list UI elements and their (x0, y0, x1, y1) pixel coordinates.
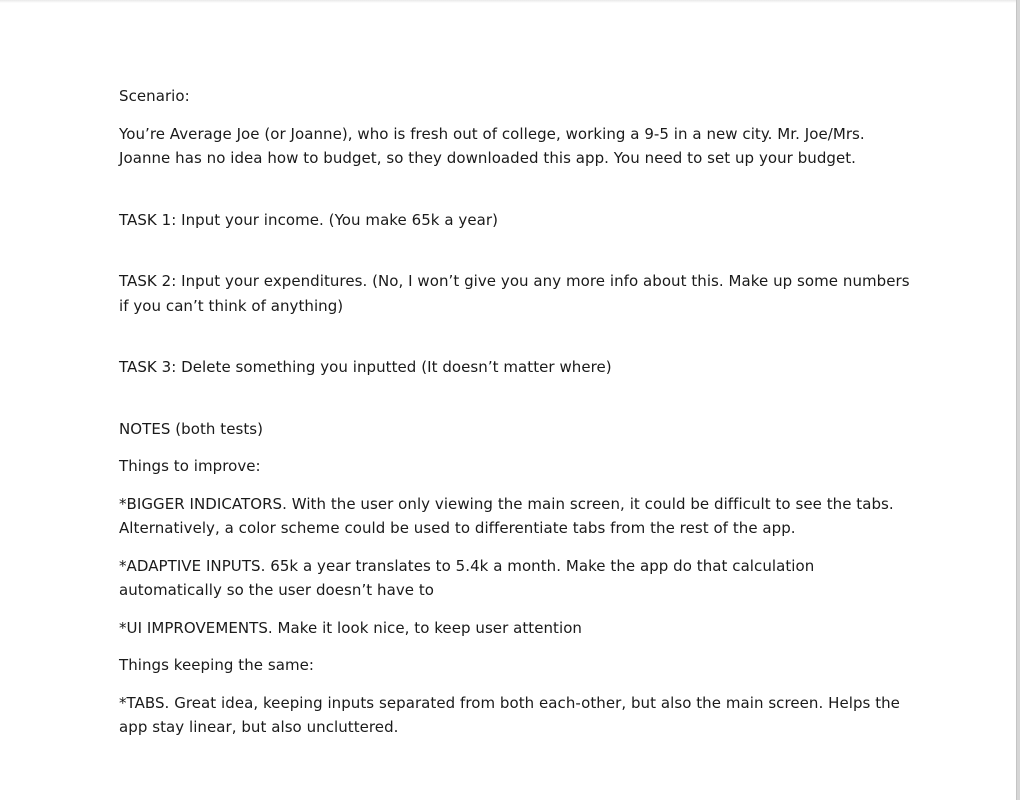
task-3: TASK 3: Delete something you inputted (I… (119, 358, 612, 376)
scenario-heading: Scenario: (119, 87, 190, 105)
document-body: Scenario: You’re Average Joe (or Joanne)… (119, 84, 919, 753)
improve-item-ui: *UI IMPROVEMENTS. Make it look nice, to … (119, 618, 582, 637)
improve-heading: Things to improve: (119, 457, 261, 475)
keep-item-tabs: *TABS. Great idea, keeping inputs separa… (119, 693, 900, 737)
improve-item-indicators: *BIGGER INDICATORS. With the user only v… (119, 494, 894, 538)
notes-heading: NOTES (both tests) (119, 419, 264, 438)
keep-heading: Things keeping the same: (119, 656, 315, 674)
scenario-paragraph: You’re Average Joe (or Joanne), who is f… (119, 124, 865, 168)
task-1: TASK 1: Input your income. (You make 65k… (119, 210, 498, 229)
improve-item-adaptive-inputs: *ADAPTIVE INPUTS. 65k a year translates … (119, 556, 815, 600)
page-top-shadow (0, 0, 1020, 3)
document-page: Scenario: You’re Average Joe (or Joanne)… (0, 0, 1020, 800)
page-right-edge (1016, 0, 1020, 800)
task-2: TASK 2: Input your expenditures. (No, I … (119, 272, 910, 315)
